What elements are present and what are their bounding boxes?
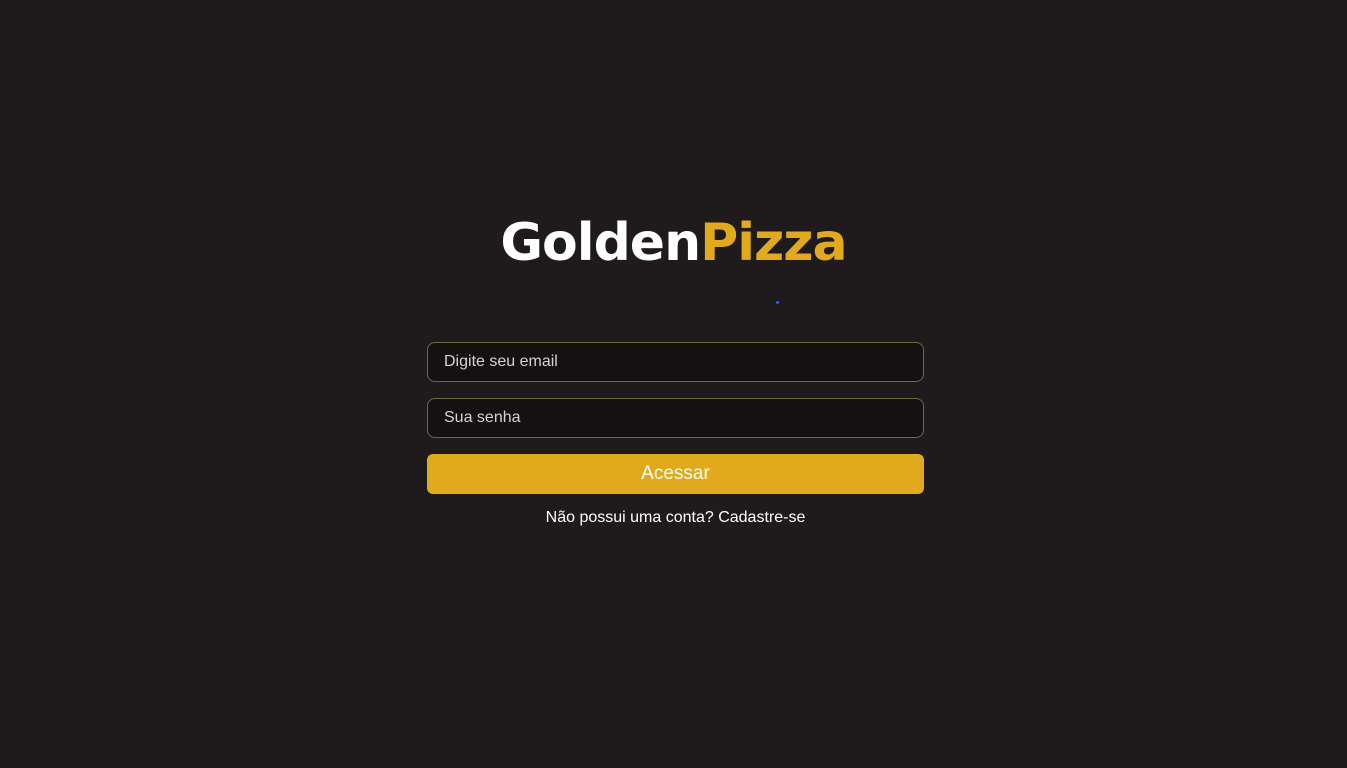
- brand-logo: GoldenPizza: [0, 208, 1347, 278]
- login-page: GoldenPizza Acessar Não possui uma conta…: [0, 0, 1347, 768]
- login-form: Acessar Não possui uma conta? Cadastre-s…: [427, 342, 924, 527]
- email-input[interactable]: [427, 342, 924, 382]
- password-input[interactable]: [427, 398, 924, 438]
- signup-link[interactable]: Cadastre-se: [718, 509, 805, 526]
- logo-golden-text: Golden: [500, 213, 701, 273]
- loading-dot-indicator: [776, 301, 779, 304]
- logo-pizza-text: Pizza: [700, 213, 848, 273]
- signup-prompt-text: Não possui uma conta?: [545, 509, 714, 526]
- login-button[interactable]: Acessar: [427, 454, 924, 494]
- signup-prompt: Não possui uma conta? Cadastre-se: [427, 509, 924, 527]
